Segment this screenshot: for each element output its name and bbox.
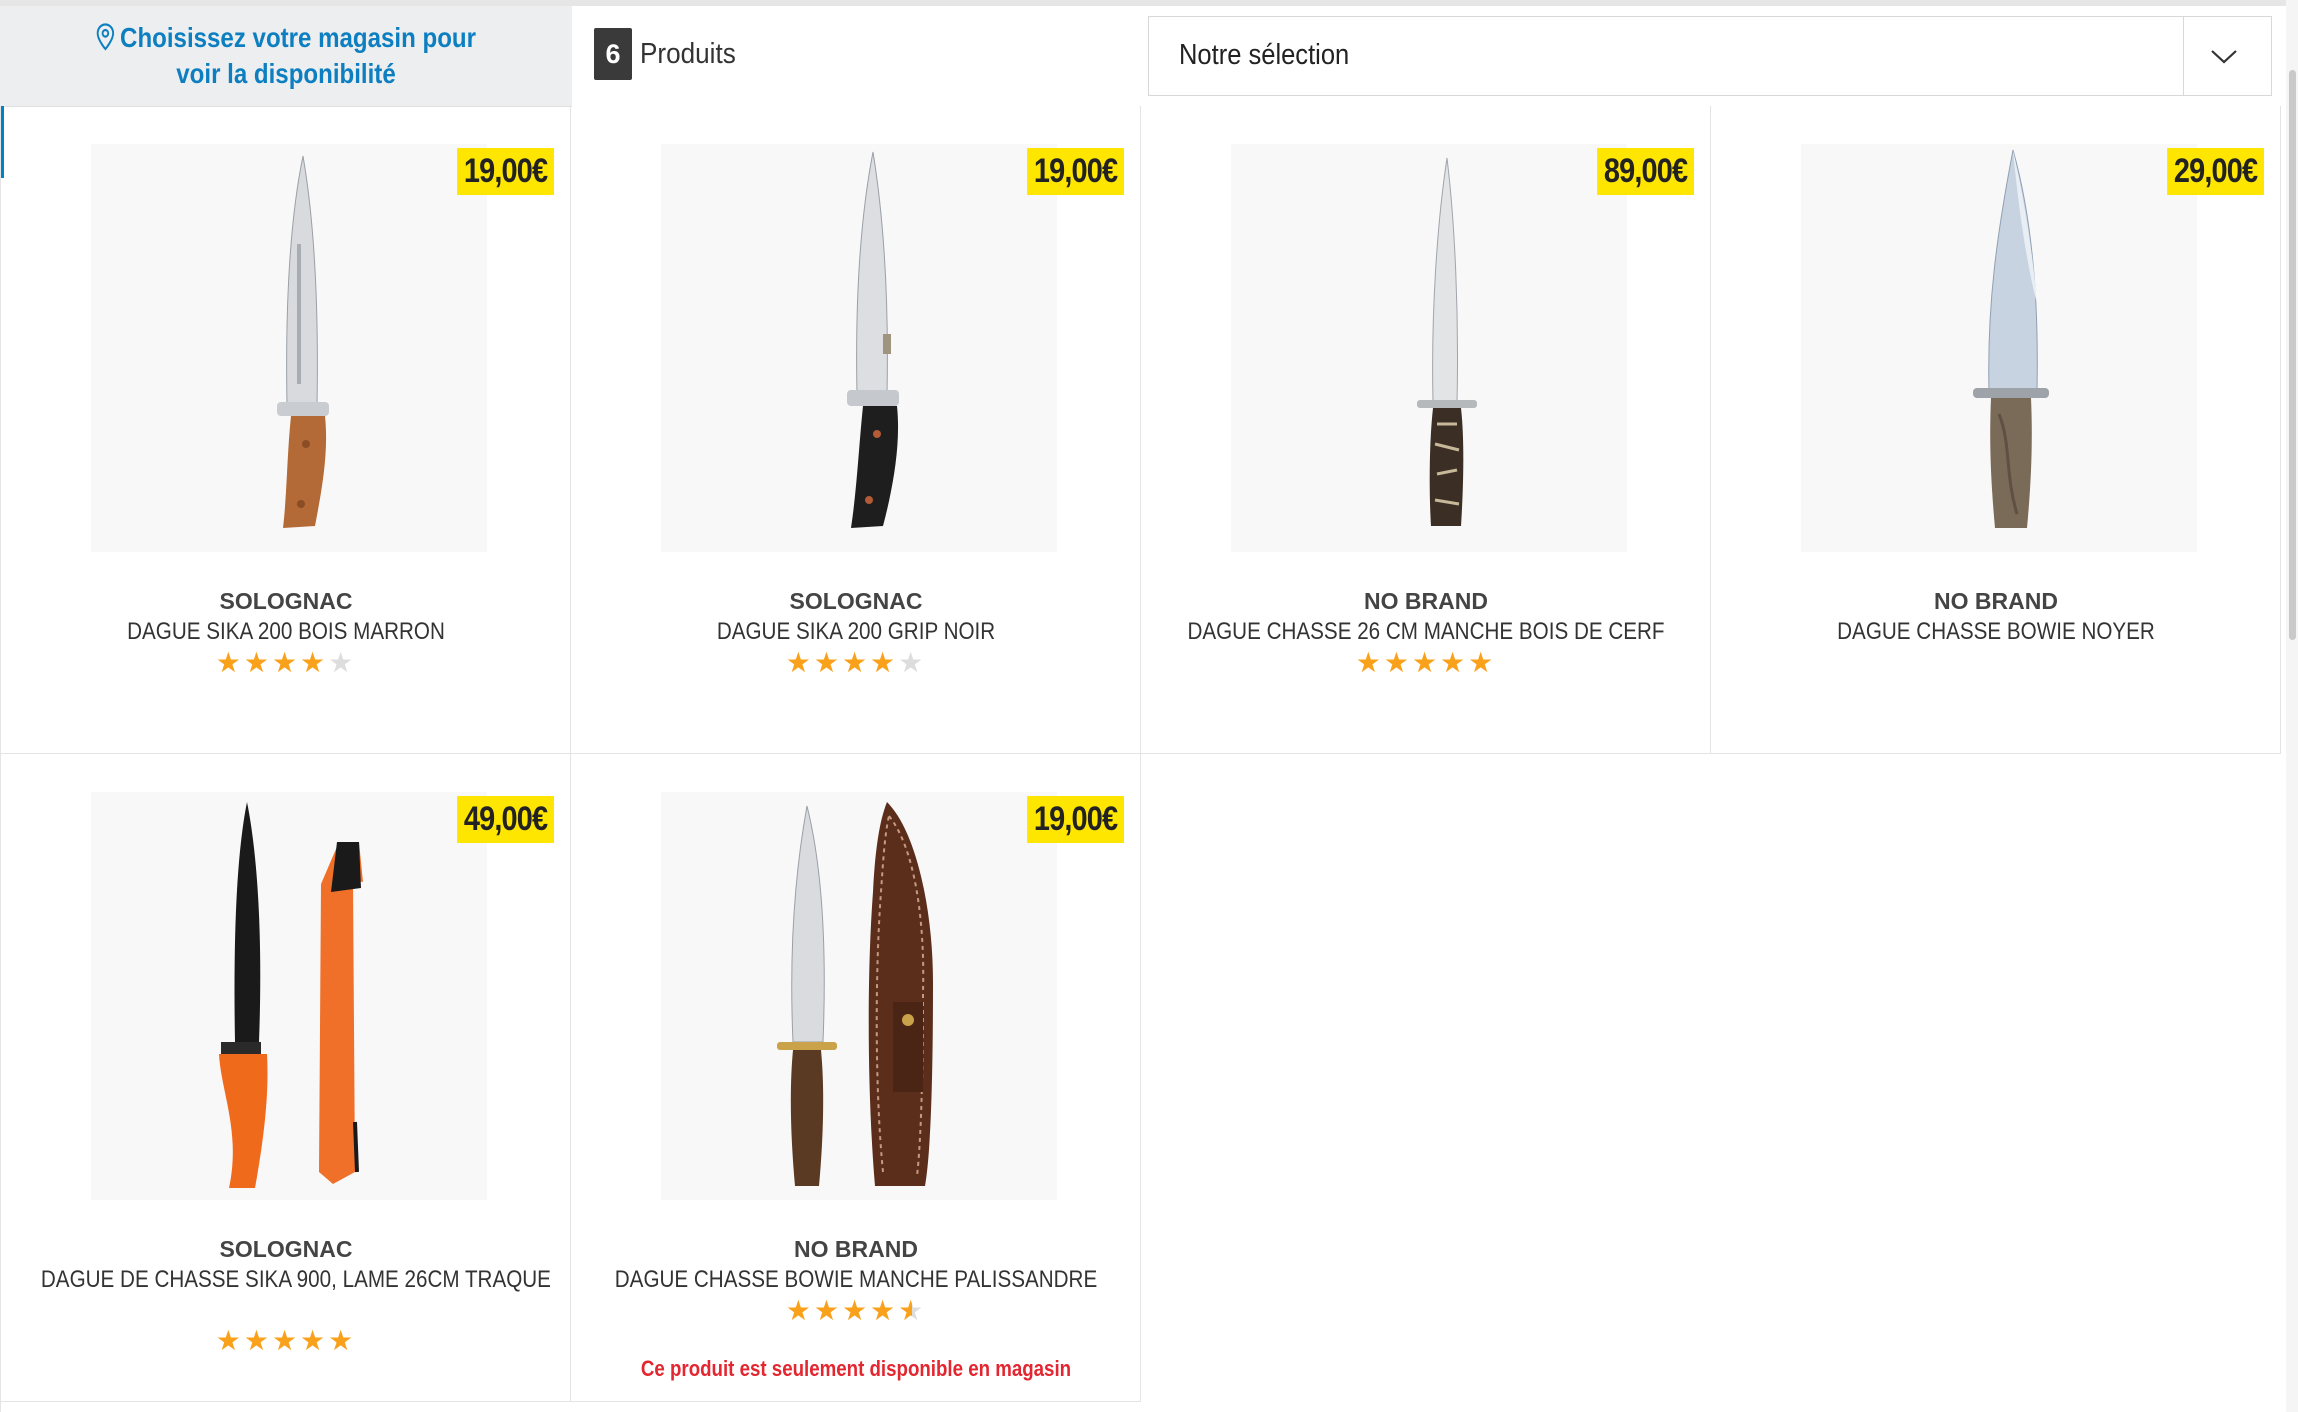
- star-icon: ★: [243, 1325, 272, 1356]
- product-title[interactable]: DAGUE DE CHASSE SIKA 900, LAME 26CM TRAQ…: [41, 1266, 551, 1294]
- star-icon: ★: [841, 647, 871, 678]
- product-price: 19,00€: [1027, 148, 1124, 195]
- product-image[interactable]: [1231, 144, 1627, 552]
- star-icon: ★: [328, 1325, 357, 1356]
- star-icon: ★: [870, 647, 899, 678]
- star-icon: ★: [1383, 647, 1412, 678]
- product-rating: ★★★★★: [571, 1294, 1141, 1327]
- product-card[interactable]: 19,00€ SOLOGNAC DAGUE SIKA 200 GRIP NOIR…: [571, 106, 1141, 754]
- product-card[interactable]: 29,00€ NO BRAND DAGUE CHASSE BOWIE NOYER: [1711, 106, 2281, 754]
- star-icon: ★: [1411, 647, 1441, 678]
- product-price: 29,00€: [2167, 148, 2264, 195]
- product-brand: NO BRAND: [1934, 588, 2058, 614]
- product-title[interactable]: DAGUE CHASSE 26 CM MANCHE BOIS DE CERF: [1181, 618, 1671, 646]
- star-icon: ★: [1468, 647, 1497, 678]
- scrollbar-thumb[interactable]: [2289, 70, 2296, 640]
- product-card[interactable]: 19,00€ NO BRAND DAGUE CHASSE BOWIE MANCH…: [571, 754, 1141, 1402]
- product-price: 19,00€: [457, 148, 554, 195]
- sort-dropdown[interactable]: Notre sélection: [1148, 16, 2272, 96]
- star-icon: ★: [215, 1325, 244, 1356]
- product-price: 49,00€: [457, 796, 554, 843]
- availability-notice: Ce produit est seulement disponible en m…: [640, 1356, 1072, 1381]
- chevron-down-icon[interactable]: [2209, 41, 2239, 76]
- star-icon: ★: [898, 647, 927, 678]
- product-rating: ★★★★★: [1, 646, 571, 679]
- star-icon: ★: [813, 647, 842, 678]
- product-card[interactable]: 19,00€ SOLOGNAC DAGUE SIKA 200 BOIS MARR…: [1, 106, 571, 754]
- product-image[interactable]: [661, 144, 1057, 552]
- map-pin-icon: [96, 23, 115, 58]
- product-title[interactable]: DAGUE CHASSE BOWIE MANCHE PALISSANDRE: [611, 1266, 1101, 1294]
- product-brand: SOLOGNAC: [789, 588, 923, 614]
- star-icon: ★: [841, 1295, 871, 1326]
- product-image[interactable]: [91, 144, 487, 552]
- star-icon: ★: [243, 647, 272, 678]
- star-icon: ★: [300, 647, 329, 678]
- product-image[interactable]: [91, 792, 487, 1200]
- product-rating: ★★★★★: [571, 646, 1141, 679]
- product-title[interactable]: DAGUE SIKA 200 BOIS MARRON: [41, 618, 531, 646]
- product-card[interactable]: 89,00€ NO BRAND DAGUE CHASSE 26 CM MANCH…: [1141, 106, 1711, 754]
- product-brand: SOLOGNAC: [219, 1236, 353, 1262]
- star-icon: ★: [785, 647, 814, 678]
- star-icon: ★: [271, 1325, 301, 1356]
- sort-selected-value: Notre sélection: [1179, 39, 1350, 71]
- product-rating: ★★★★★: [1141, 646, 1711, 679]
- star-icon: ★: [813, 1295, 842, 1326]
- star-icon: ★: [271, 647, 301, 678]
- product-card[interactable]: 49,00€ SOLOGNAC DAGUE DE CHASSE SIKA 900…: [1, 754, 571, 1402]
- sort-divider: [2183, 17, 2184, 95]
- store-selector-button[interactable]: Choisissez votre magasin pour voir la di…: [0, 6, 572, 178]
- results-count: 6 Produits: [594, 28, 746, 80]
- product-brand: NO BRAND: [1364, 588, 1488, 614]
- results-count-label: Produits: [640, 37, 736, 70]
- star-icon: ★: [898, 1295, 927, 1326]
- product-title[interactable]: DAGUE SIKA 200 GRIP NOIR: [611, 618, 1101, 646]
- results-count-badge: 6: [594, 28, 632, 80]
- product-brand: NO BRAND: [794, 1236, 918, 1262]
- product-image[interactable]: [1801, 144, 2197, 552]
- star-icon: ★: [1440, 647, 1469, 678]
- store-selector-label: Choisissez votre magasin pour voir la di…: [120, 22, 477, 89]
- star-icon: ★: [785, 1295, 814, 1326]
- star-icon: ★: [300, 1325, 329, 1356]
- product-price: 89,00€: [1597, 148, 1694, 195]
- product-title[interactable]: DAGUE CHASSE BOWIE NOYER: [1751, 618, 2241, 646]
- star-icon: ★: [215, 647, 244, 678]
- star-icon: ★: [870, 1295, 899, 1326]
- product-rating: ★★★★★: [1, 1324, 571, 1357]
- product-brand: SOLOGNAC: [219, 588, 353, 614]
- star-icon: ★: [1355, 647, 1384, 678]
- product-price: 19,00€: [1027, 796, 1124, 843]
- star-icon: ★: [328, 647, 357, 678]
- product-image[interactable]: [661, 792, 1057, 1200]
